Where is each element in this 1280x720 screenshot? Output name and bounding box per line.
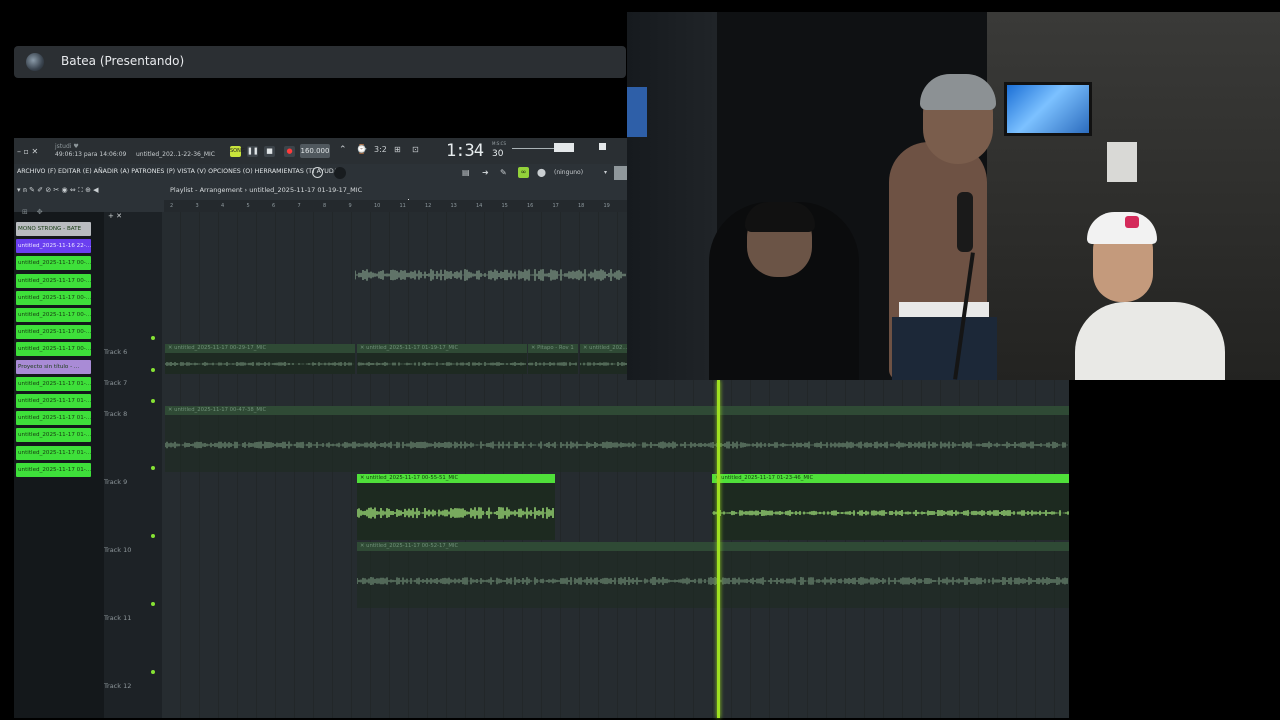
ruler-bar-number: 3 (195, 203, 199, 209)
time-centiseconds: 30 (492, 149, 504, 159)
ruler-bar-number: 9 (348, 203, 352, 209)
tv-screen (1004, 82, 1092, 136)
track-enable-dot[interactable] (151, 670, 155, 674)
step-edit-icon[interactable]: ⊞ (394, 145, 401, 154)
avatar (26, 53, 44, 71)
clip-list-item[interactable]: untitled_2025-11-17 01-... (16, 445, 91, 460)
track-enable-dot[interactable] (151, 336, 155, 340)
playlist-grid[interactable] (162, 380, 1069, 718)
ruler-bar-number: 10 (374, 203, 381, 209)
tempo-display[interactable]: 160.000 (300, 144, 330, 158)
song-mode-toggle[interactable]: SONG (230, 146, 245, 157)
clip-list-item[interactable]: untitled_2025-11-16 22-... (16, 239, 91, 254)
track-label[interactable]: Track 10 (104, 546, 131, 554)
time-display[interactable]: 1:34 (446, 141, 484, 161)
playlist-title: Playlist - Arrangement › untitled_2025-1… (170, 186, 363, 194)
mixer-icon[interactable]: ▤ (462, 168, 470, 177)
stop-button[interactable]: ■ (264, 146, 275, 157)
playlist-toolbar: ▾ ⍝ ✎ ✐ ⊘ ✂ ◉ ⇔ ⛶ ⊕ ◀ Playlist - Arrange… (14, 184, 627, 198)
clip-list-item[interactable]: untitled_2025-11-17 01-... (16, 411, 91, 426)
track-enable-dot[interactable] (151, 368, 155, 372)
time-unit: M:S:CS (492, 141, 507, 146)
clip-list-item[interactable]: untitled_2025-11-17 01-... (16, 462, 91, 477)
clip-list-item[interactable]: untitled_2025-11-17 00-... (16, 273, 91, 288)
ruler-bar-number: 17 (552, 203, 559, 209)
presenter-name: Batea (Presentando) (61, 54, 185, 68)
track-label[interactable]: Track 9 (104, 478, 127, 486)
track-label[interactable]: Track 12 (104, 682, 131, 690)
ruler-bar-number: 6 (272, 203, 276, 209)
ruler-bar-number: 12 (425, 203, 432, 209)
master-volume-knob[interactable] (334, 167, 346, 179)
clip-picker-list: MONO STRONG - BATE untitled_2025-11-16 22… (16, 222, 91, 477)
master-meter (554, 143, 574, 152)
clip-list-item[interactable]: untitled_2025-11-17 00-... (16, 325, 91, 340)
timeline-ruler[interactable]: 2 3 4 5 6 7 8 9 10 11 12 13 14 15 16 17 18 19 (164, 200, 627, 212)
pitch-knob[interactable] (312, 167, 323, 178)
cpu-meter (599, 143, 606, 150)
countdown-icon[interactable]: 3:2 (374, 145, 387, 154)
snap-select[interactable]: (ninguno) (554, 169, 583, 176)
master-waveform (512, 148, 556, 149)
ruler-bar-number: 7 (297, 203, 301, 209)
clip-list-item[interactable]: untitled_2025-11-17 00-... (16, 342, 91, 357)
menu-items[interactable]: ARCHIVO (F) EDITAR (E) AÑADIR (A) PATRON… (17, 168, 338, 175)
menu-bar: ARCHIVO (F) EDITAR (E) AÑADIR (A) PATRON… (14, 166, 627, 204)
ruler-bar-number: 2 (170, 203, 174, 209)
clip-list-item[interactable]: untitled_2025-11-17 00-... (16, 256, 91, 271)
webcam-feed (627, 12, 1280, 380)
ruler-bar-number: 16 (527, 203, 534, 209)
clip-list-item[interactable]: untitled_2025-11-17 01-... (16, 376, 91, 391)
ruler-bar-number: 18 (578, 203, 585, 209)
record-button[interactable]: ● (284, 146, 295, 157)
metronome-icon[interactable]: ⌃ (339, 145, 347, 155)
playhead[interactable] (717, 380, 720, 718)
ruler-bar-number: 19 (603, 203, 610, 209)
arrow-icon[interactable]: ➜ (482, 168, 489, 177)
play-pause-button[interactable]: ❚❚ (247, 146, 259, 157)
clip-list-item[interactable]: untitled_2025-11-17 00-... (16, 308, 91, 322)
track-headers: + ✕ Track 6 Track 7 Track 8 Track 9 Track 10… (104, 212, 162, 718)
ruler-bar-number: 11 (399, 203, 406, 209)
clip-list-item[interactable]: untitled_2025-11-17 01-... (16, 428, 91, 443)
window-controls[interactable]: – ▫ ✕ (17, 147, 38, 156)
ruler-bar-number: 4 (221, 203, 225, 209)
clip-list-item[interactable]: Proyecto sin título - ... (16, 359, 91, 374)
link-icon[interactable]: ∞ (518, 167, 529, 178)
ruler-bar-number: 13 (450, 203, 457, 209)
ruler-bar-number: 8 (323, 203, 327, 209)
track-enable-dot[interactable] (151, 466, 155, 470)
ruler-bar-number: 15 (501, 203, 508, 209)
ruler-bar-number: 5 (246, 203, 250, 209)
clip-list-item[interactable]: untitled_2025-11-17 01-... (16, 394, 91, 408)
person-right (1075, 302, 1225, 380)
playlist-tools[interactable]: ▾ ⍝ ✎ ✐ ⊘ ✂ ◉ ⇔ ⛶ ⊕ ◀ (17, 186, 99, 195)
track-label[interactable]: Track 11 (104, 614, 131, 622)
picker-tools[interactable]: ⊞ ✥ (22, 208, 43, 216)
presenting-banner: Batea (Presentando) (14, 46, 626, 78)
song-info: 49:06:13 para 14:06:09 (55, 151, 127, 158)
track-enable-dot[interactable] (151, 602, 155, 606)
chevron-down-icon[interactable]: ▾ (604, 169, 607, 176)
wait-input-icon[interactable]: ⌚ (356, 145, 367, 155)
track-label[interactable]: Track 8 (104, 410, 127, 418)
track-label[interactable]: Track 6 (104, 348, 127, 356)
project-filename: untitled_202..1-22-36_MIC (136, 151, 215, 158)
loop-record-icon[interactable]: ⊡ (412, 145, 419, 154)
track-label[interactable]: Track 7 (104, 379, 127, 387)
fl-studio-window: – ▫ ✕ jstudi ♥ 49:06:13 para 14:06:09 un… (14, 138, 627, 212)
transport-toolbar: – ▫ ✕ jstudi ♥ 49:06:13 para 14:06:09 un… (14, 138, 627, 164)
clip-list-item[interactable]: MONO STRONG - BATE (16, 222, 91, 236)
plugin-icon[interactable]: ⬤ (537, 168, 546, 177)
clip-list-item[interactable]: untitled_2025-11-17 00-... (16, 290, 91, 305)
track-enable-dot[interactable] (151, 399, 155, 403)
track-enable-dot[interactable] (151, 534, 155, 538)
ruler-bar-number: 14 (476, 203, 483, 209)
microphone (957, 192, 973, 252)
zoom-controls[interactable]: + ✕ (108, 212, 122, 220)
pencil-icon[interactable]: ✎ (500, 168, 507, 177)
